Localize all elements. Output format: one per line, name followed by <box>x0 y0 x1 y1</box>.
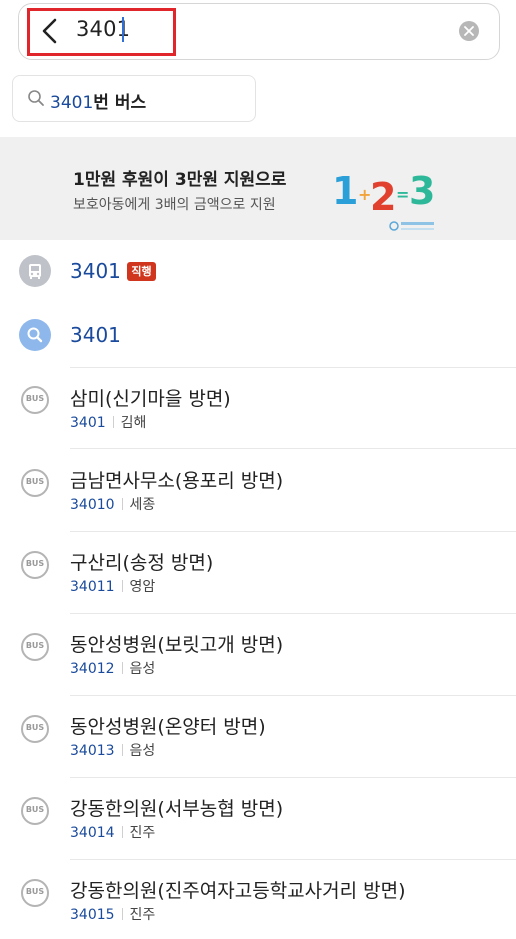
text-caret <box>122 17 124 42</box>
clear-icon[interactable] <box>459 21 479 41</box>
stop-name[interactable]: 동안성병원(보릿고개 방면) <box>70 630 283 657</box>
banner-graphic-glyph: 2 <box>370 175 396 216</box>
stop-meta: 34014 진주 <box>70 825 156 841</box>
stop-meta: 34012 음성 <box>70 661 156 677</box>
stop-name[interactable]: 구산리(송정 방면) <box>70 548 213 575</box>
banner-graphic-glyph: 3 <box>409 169 435 213</box>
divider <box>70 531 516 532</box>
charity-logo-icon <box>388 218 436 237</box>
bus-stop-icon: BUS <box>21 715 49 743</box>
bus-stop-icon: BUS <box>21 469 49 497</box>
stop-name[interactable]: 동안성병원(온양터 방면) <box>70 712 266 739</box>
stop-meta: 34011 영암 <box>70 579 156 595</box>
banner-title: 1만원 후원이 3만원 지원으로 <box>73 170 287 190</box>
divider <box>70 695 516 696</box>
route-number[interactable]: 3401 <box>70 259 121 283</box>
bus-stop-icon: BUS <box>21 551 49 579</box>
bus-route-icon <box>19 255 51 287</box>
express-badge: 직행 <box>127 262 156 281</box>
banner-subtitle: 보호아동에게 3배의 금액으로 지원 <box>73 197 276 213</box>
back-arrow-icon[interactable] <box>38 16 64 46</box>
bus-stop-icon: BUS <box>21 797 49 825</box>
suggestion-label: 3401번 버스 <box>50 88 146 113</box>
banner-graphic: 1 + 2 = 3 <box>330 166 440 220</box>
stop-name[interactable]: 강동한의원(서부농협 방면) <box>70 794 283 821</box>
stop-meta: 34015 진주 <box>70 907 156 923</box>
divider <box>70 613 516 614</box>
stop-meta: 3401 김해 <box>70 415 147 431</box>
banner-graphic-glyph: = <box>396 185 409 204</box>
stop-name[interactable]: 강동한의원(진주여자고등학교사거리 방면) <box>70 876 406 903</box>
search-result-icon <box>19 319 51 351</box>
search-icon <box>27 89 45 111</box>
suggestion-number: 3401 <box>50 93 94 113</box>
divider <box>70 859 516 860</box>
bus-stop-icon: BUS <box>21 879 49 907</box>
banner-graphic-glyph: 1 <box>332 169 358 213</box>
divider <box>70 777 516 778</box>
bus-suggestion-chip[interactable]: 3401번 버스 <box>12 75 256 122</box>
bus-stop-icon: BUS <box>21 386 49 414</box>
bus-stop-icon: BUS <box>21 633 49 661</box>
stop-name[interactable]: 삼미(신기마을 방면) <box>70 384 231 411</box>
stop-meta: 34013 음성 <box>70 743 156 759</box>
suggestion-suffix: 번 버스 <box>93 93 147 113</box>
search-result-text[interactable]: 3401 <box>70 323 121 347</box>
stop-name[interactable]: 금남면사무소(용포리 방면) <box>70 466 283 493</box>
stop-meta: 34010 세종 <box>70 497 156 513</box>
divider <box>70 367 516 368</box>
divider <box>70 448 516 449</box>
